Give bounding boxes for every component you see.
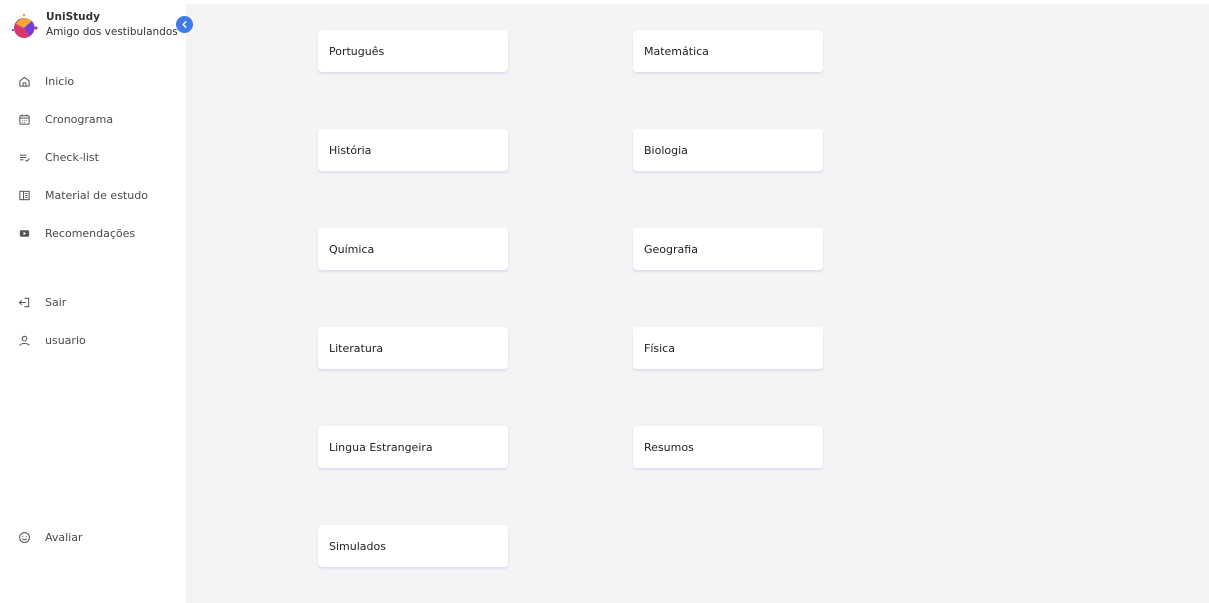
sidebar-item-material-de-estudo[interactable]: Material de estudo	[18, 185, 178, 205]
sidebar-item-label: Avaliar	[45, 530, 83, 544]
sidebar-item-check-list[interactable]: Check-list	[18, 147, 178, 167]
brand-subtitle: Amigo dos vestibulandos	[46, 26, 178, 38]
subject-card-geografia[interactable]: Geografia	[633, 228, 823, 270]
main-content: Português Matemática História Biologia Q…	[186, 4, 1209, 603]
subject-card-historia[interactable]: História	[318, 129, 508, 171]
logout-icon	[18, 297, 30, 307]
sidebar-item-cronograma[interactable]: Cronograma	[18, 109, 178, 129]
sidebar-item-sair[interactable]: Sair	[18, 292, 178, 312]
subject-card-resumos[interactable]: Resumos	[633, 426, 823, 468]
subject-card-simulados[interactable]: Simulados	[318, 525, 508, 567]
home-icon	[19, 76, 30, 87]
subject-card-literatura[interactable]: Literatura	[318, 327, 508, 369]
checklist-icon	[19, 154, 30, 162]
sidebar-item-label: Cronograma	[45, 112, 114, 126]
subject-card-portugues[interactable]: Português	[318, 30, 508, 72]
sidebar-item-avaliar[interactable]: Avaliar	[18, 527, 178, 547]
chevron-left-icon	[182, 21, 187, 28]
unistudy-logo	[11, 13, 38, 38]
sidebar-item-label: usuario	[45, 333, 86, 347]
book-icon	[19, 190, 30, 200]
sidebar-item-label: Check-list	[45, 150, 99, 164]
sidebar-item-label: Sair	[45, 295, 67, 309]
brand: UniStudy Amigo dos vestibulandos	[8, 10, 188, 46]
sidebar-item-label: Inicio	[45, 74, 75, 88]
subject-card-matematica[interactable]: Matemática	[633, 30, 823, 72]
video-icon	[19, 229, 30, 237]
calendar-icon	[19, 113, 30, 125]
brand-title: UniStudy	[46, 11, 101, 23]
subject-card-lingua-estrangeira[interactable]: Lingua Estrangeira	[318, 426, 508, 468]
subject-card-biologia[interactable]: Biologia	[633, 129, 823, 171]
subject-card-fisica[interactable]: Física	[633, 327, 823, 369]
sidebar-item-label: Recomendações	[45, 226, 136, 240]
sidebar-item-label: Material de estudo	[45, 188, 148, 202]
sidebar: UniStudy Amigo dos vestibulandos Inicio …	[0, 0, 193, 603]
collapse-sidebar-button[interactable]	[176, 16, 193, 33]
user-icon	[19, 335, 30, 346]
sidebar-item-usuario[interactable]: usuario	[18, 330, 178, 350]
subject-card-quimica[interactable]: Química	[318, 228, 508, 270]
sidebar-item-inicio[interactable]: Inicio	[18, 71, 178, 91]
sidebar-item-recomendacoes[interactable]: Recomendações	[18, 223, 178, 243]
smiley-icon	[19, 531, 30, 543]
